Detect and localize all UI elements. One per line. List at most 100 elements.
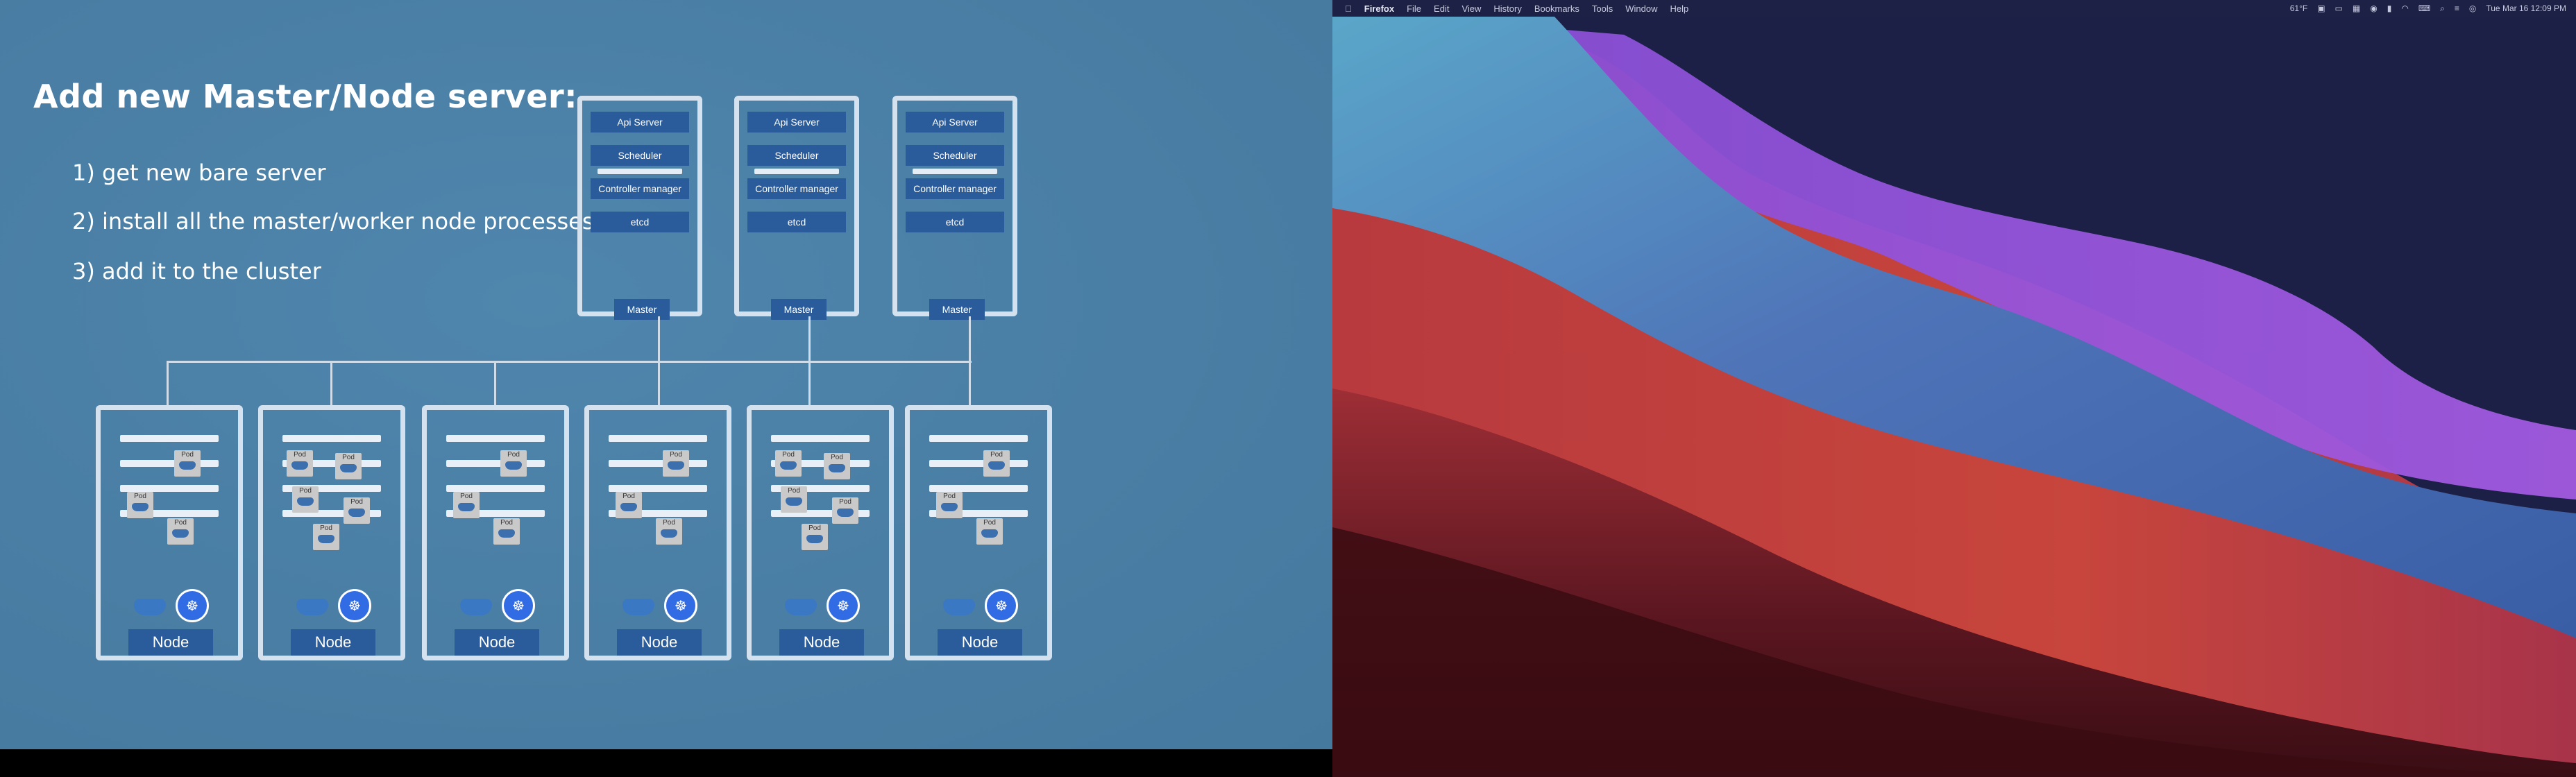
siri-icon[interactable]: ◎ bbox=[2469, 3, 2476, 13]
pod-label: Pod bbox=[134, 493, 146, 500]
process-bar bbox=[446, 485, 545, 492]
pod: Pod bbox=[287, 450, 313, 477]
pod: Pod bbox=[335, 453, 362, 479]
docker-icon bbox=[785, 599, 817, 615]
master-label: Master bbox=[929, 299, 985, 320]
step-2: 2) install all the master/worker node pr… bbox=[72, 208, 594, 234]
pod-label: Pod bbox=[663, 519, 675, 527]
process-bar bbox=[120, 435, 219, 442]
pod: Pod bbox=[313, 524, 339, 550]
input-method-icon[interactable]: ⌨ bbox=[2418, 3, 2430, 13]
node-label: Node bbox=[779, 629, 864, 656]
pod: Pod bbox=[292, 486, 319, 513]
process-bar bbox=[120, 485, 219, 492]
apple-icon[interactable]:  bbox=[1345, 3, 1352, 14]
pod: Pod bbox=[500, 450, 527, 477]
cluster-bus-line bbox=[167, 361, 972, 363]
controller-manager-box: Controller manager bbox=[591, 178, 689, 199]
api-server-box: Api Server bbox=[591, 112, 689, 133]
menu-help[interactable]: Help bbox=[1670, 3, 1689, 14]
docker-whale-icon bbox=[786, 497, 802, 506]
pod: Pod bbox=[824, 453, 850, 479]
docker-whale-icon bbox=[297, 497, 314, 506]
menu-file[interactable]: File bbox=[1407, 3, 1421, 14]
big-sur-wallpaper bbox=[1332, 0, 2576, 777]
worker-node-5: Pod Pod Pod Pod Pod ☸ Node bbox=[747, 405, 894, 660]
search-icon[interactable]: ⌕ bbox=[2440, 3, 2445, 14]
desktop-wallpaper:  Firefox File Edit View History Bookmar… bbox=[1332, 0, 2576, 777]
master-server-1: Api Server Scheduler Controller manager … bbox=[577, 96, 702, 320]
pod: Pod bbox=[174, 450, 201, 477]
pod-label: Pod bbox=[320, 524, 332, 532]
status-tray: 61°F ▣ ▭ ▦ ◉ ▮ ◠ ⌨ ⌕ ≡ ◎ Tue Mar 16 12:0… bbox=[2290, 0, 2566, 17]
volume-icon[interactable]: ◉ bbox=[2370, 3, 2377, 13]
pod: Pod bbox=[802, 524, 828, 550]
screen-record-icon[interactable]: ▣ bbox=[2317, 3, 2325, 13]
connector-line bbox=[330, 361, 332, 407]
node-label: Node bbox=[938, 629, 1022, 656]
scheduler-box: Scheduler bbox=[747, 145, 846, 166]
battery-icon[interactable]: ▮ bbox=[2387, 3, 2392, 13]
process-bar bbox=[609, 485, 707, 492]
docker-icon bbox=[460, 599, 492, 615]
docker-whale-icon bbox=[505, 461, 522, 470]
connector-line bbox=[658, 361, 660, 407]
menu-edit[interactable]: Edit bbox=[1434, 3, 1449, 14]
node-label: Node bbox=[128, 629, 213, 656]
api-server-box: Api Server bbox=[906, 112, 1004, 133]
menu-tools[interactable]: Tools bbox=[1592, 3, 1613, 14]
pod-label: Pod bbox=[782, 451, 795, 459]
pod: Pod bbox=[167, 518, 194, 545]
master-label: Master bbox=[771, 299, 827, 320]
pod: Pod bbox=[344, 497, 370, 524]
master-server-2: Api Server Scheduler Controller manager … bbox=[734, 96, 859, 320]
pod-label: Pod bbox=[299, 487, 312, 495]
docker-whale-icon bbox=[668, 461, 684, 470]
pod-label: Pod bbox=[460, 493, 473, 500]
etcd-box: etcd bbox=[906, 212, 1004, 232]
worker-node-4: Pod Pod Pod ☸ Node bbox=[584, 405, 731, 660]
pod: Pod bbox=[663, 450, 689, 477]
wifi-icon[interactable]: ◠ bbox=[2401, 3, 2408, 13]
docker-whale-icon bbox=[829, 464, 845, 472]
pod-label: Pod bbox=[507, 451, 520, 459]
divider-bar bbox=[754, 169, 839, 174]
weather-temperature[interactable]: 61°F bbox=[2290, 3, 2307, 13]
docker-icon bbox=[296, 599, 328, 615]
docker-whale-icon bbox=[498, 529, 515, 538]
process-bar bbox=[282, 435, 381, 442]
presentation-slide: Add new Master/Node server: 1) get new b… bbox=[0, 0, 1332, 749]
menu-view[interactable]: View bbox=[1461, 3, 1481, 14]
docker-whale-icon bbox=[132, 503, 149, 511]
worker-node-3: Pod Pod Pod ☸ Node bbox=[422, 405, 569, 660]
docker-whale-icon bbox=[837, 509, 854, 517]
control-center-icon[interactable]: ≡ bbox=[2455, 3, 2459, 13]
pod-label: Pod bbox=[500, 519, 513, 527]
docker-whale-icon bbox=[661, 529, 677, 538]
step-1: 1) get new bare server bbox=[72, 160, 326, 186]
master-server-3: Api Server Scheduler Controller manager … bbox=[892, 96, 1017, 320]
menu-window[interactable]: Window bbox=[1625, 3, 1657, 14]
process-bar bbox=[929, 485, 1028, 492]
connector-line bbox=[969, 361, 971, 407]
kubelet-icon: ☸ bbox=[338, 589, 371, 622]
menu-app-name[interactable]: Firefox bbox=[1364, 3, 1394, 14]
docker-icon bbox=[622, 599, 654, 615]
display-icon[interactable]: ▭ bbox=[2335, 3, 2343, 13]
divider-bar bbox=[598, 169, 682, 174]
pod-label: Pod bbox=[943, 493, 956, 500]
menu-bookmarks[interactable]: Bookmarks bbox=[1534, 3, 1579, 14]
kubelet-icon: ☸ bbox=[502, 589, 535, 622]
scheduler-box: Scheduler bbox=[591, 145, 689, 166]
menu-bar:  Firefox File Edit View History Bookmar… bbox=[1332, 0, 2576, 17]
clock[interactable]: Tue Mar 16 12:09 PM bbox=[2486, 3, 2566, 13]
pod-label: Pod bbox=[350, 498, 363, 506]
docker-whale-icon bbox=[348, 509, 365, 517]
pod-label: Pod bbox=[808, 524, 821, 532]
pod: Pod bbox=[775, 450, 802, 477]
docker-whale-icon bbox=[291, 461, 308, 470]
pod-label: Pod bbox=[622, 493, 635, 500]
grid-icon[interactable]: ▦ bbox=[2353, 3, 2360, 13]
menu-history[interactable]: History bbox=[1493, 3, 1521, 14]
worker-node-1: Pod Pod Pod ☸ Node bbox=[96, 405, 243, 660]
